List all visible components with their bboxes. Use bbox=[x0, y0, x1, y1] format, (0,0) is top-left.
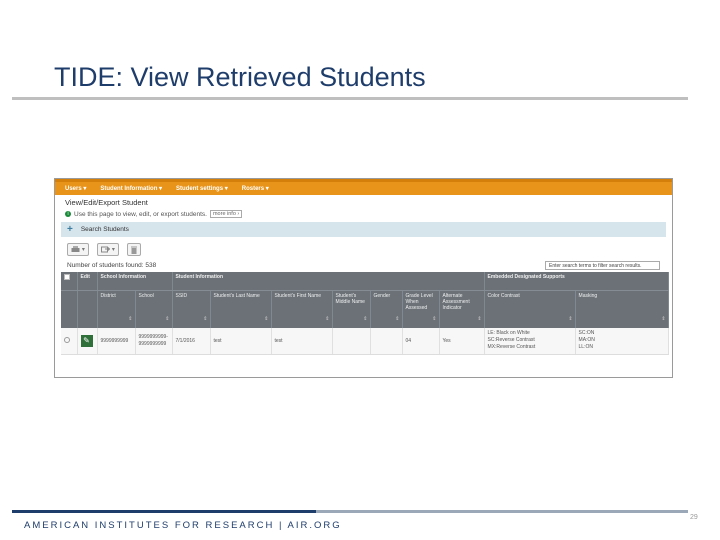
top-menu-bar: Users ▾ Student Information ▾ Student se… bbox=[55, 179, 672, 195]
col-color-contrast[interactable]: Color Contrast ⇕ bbox=[484, 290, 576, 328]
col-last-name[interactable]: Student's Last Name ⇕ bbox=[210, 290, 272, 328]
cell-first-name: test bbox=[271, 328, 333, 355]
print-icon bbox=[71, 246, 80, 252]
sort-icon: ⇕ bbox=[661, 316, 666, 322]
grid-toolbar: ▾ ▾ bbox=[55, 237, 672, 258]
plus-icon: + bbox=[67, 224, 73, 235]
cell-middle-name bbox=[332, 328, 371, 355]
sort-icon: ⇕ bbox=[325, 316, 330, 322]
sort-icon: ⇕ bbox=[128, 316, 133, 322]
print-button[interactable]: ▾ bbox=[67, 243, 89, 256]
students-table: Edit School Information Student Informat… bbox=[61, 272, 669, 355]
select-all-checkbox[interactable] bbox=[64, 274, 70, 280]
slide-title: TIDE: View Retrieved Students bbox=[54, 62, 426, 92]
panel-title: View/Edit/Export Student bbox=[65, 198, 148, 207]
cell-color-contrast: LE: Black on White SC:Reverse Contrast M… bbox=[484, 328, 576, 355]
col-ssid[interactable]: SSID ⇕ bbox=[172, 290, 211, 328]
school-info-header: School Information bbox=[97, 272, 173, 291]
sort-icon: ⇕ bbox=[568, 316, 573, 322]
export-icon bbox=[101, 246, 111, 253]
col-school[interactable]: School ⇕ bbox=[135, 290, 173, 328]
table-row: ✎ 9999999999 9999999999- 9999999999 7/1/… bbox=[61, 328, 669, 355]
col-district[interactable]: District ⇕ bbox=[97, 290, 136, 328]
edit-header: Edit bbox=[77, 272, 98, 291]
menu-student-settings[interactable]: Student settings ▾ bbox=[176, 185, 228, 192]
footer-org: AMERICAN INSTITUTES FOR RESEARCH | AIR.O… bbox=[24, 520, 342, 531]
sort-icon: ⇕ bbox=[477, 316, 482, 322]
sort-icon: ⇕ bbox=[432, 316, 437, 322]
sort-icon: ⇕ bbox=[363, 316, 368, 322]
cell-school: 9999999999- 9999999999 bbox=[135, 328, 173, 355]
search-students-toggle[interactable]: + Search Students bbox=[61, 222, 666, 237]
sort-icon: ⇕ bbox=[264, 316, 269, 322]
sort-icon: ⇕ bbox=[203, 316, 208, 322]
cell-grade: 04 bbox=[402, 328, 440, 355]
row-select-radio[interactable] bbox=[64, 336, 70, 343]
col-gender[interactable]: Gender ⇕ bbox=[370, 290, 403, 328]
cell-ssid: 7/1/2016 bbox=[172, 328, 211, 355]
col-masking[interactable]: Masking ⇕ bbox=[575, 290, 669, 328]
cell-district: 9999999999 bbox=[97, 328, 136, 355]
trash-icon bbox=[131, 246, 137, 254]
search-students-label: Search Students bbox=[80, 226, 129, 233]
col-alternate[interactable]: Alternate Assessment Indicator ⇕ bbox=[439, 290, 485, 328]
col-grade[interactable]: Grade Level When Assessed ⇕ bbox=[402, 290, 440, 328]
info-line: i Use this page to view, edit, or export… bbox=[55, 207, 672, 221]
student-count: Number of students found: 538 bbox=[67, 262, 157, 269]
table-column-header: District ⇕ School ⇕ SSID ⇕ Student's Last N… bbox=[61, 290, 669, 328]
menu-users[interactable]: Users ▾ bbox=[65, 185, 86, 192]
more-info-button[interactable]: more info › bbox=[209, 210, 243, 218]
cell-masking: SC:ON MA:ON LL:ON bbox=[575, 328, 669, 355]
info-text: Use this page to view, edit, or export s… bbox=[74, 210, 207, 218]
edit-pencil-icon[interactable]: ✎ bbox=[80, 334, 93, 347]
student-info-header: Student Information bbox=[172, 272, 485, 291]
sort-icon: ⇕ bbox=[165, 316, 170, 322]
cell-gender bbox=[370, 328, 403, 355]
export-button[interactable]: ▾ bbox=[97, 243, 119, 256]
footer-divider bbox=[12, 510, 688, 513]
title-divider bbox=[12, 97, 688, 100]
col-middle-name[interactable]: Student's Middle Name ⇕ bbox=[332, 290, 371, 328]
tide-screenshot: Users ▾ Student Information ▾ Student se… bbox=[54, 178, 673, 378]
table-group-header: Edit School Information Student Informat… bbox=[61, 272, 669, 291]
info-icon: i bbox=[65, 211, 71, 217]
page-number: 29 bbox=[690, 514, 698, 521]
filter-input[interactable]: Enter search terms to filter search resu… bbox=[545, 261, 660, 270]
delete-button[interactable] bbox=[127, 243, 141, 256]
cell-last-name: test bbox=[210, 328, 272, 355]
col-first-name[interactable]: Student's First Name ⇕ bbox=[271, 290, 333, 328]
count-row: Number of students found: 538 Enter sear… bbox=[55, 258, 672, 270]
sort-icon: ⇕ bbox=[395, 316, 400, 322]
menu-rosters[interactable]: Rosters ▾ bbox=[242, 185, 269, 192]
designated-supports-header: Embedded Designated Supports bbox=[484, 272, 669, 291]
menu-student-information[interactable]: Student Information ▾ bbox=[100, 185, 162, 192]
cell-alternate: Yes bbox=[439, 328, 485, 355]
